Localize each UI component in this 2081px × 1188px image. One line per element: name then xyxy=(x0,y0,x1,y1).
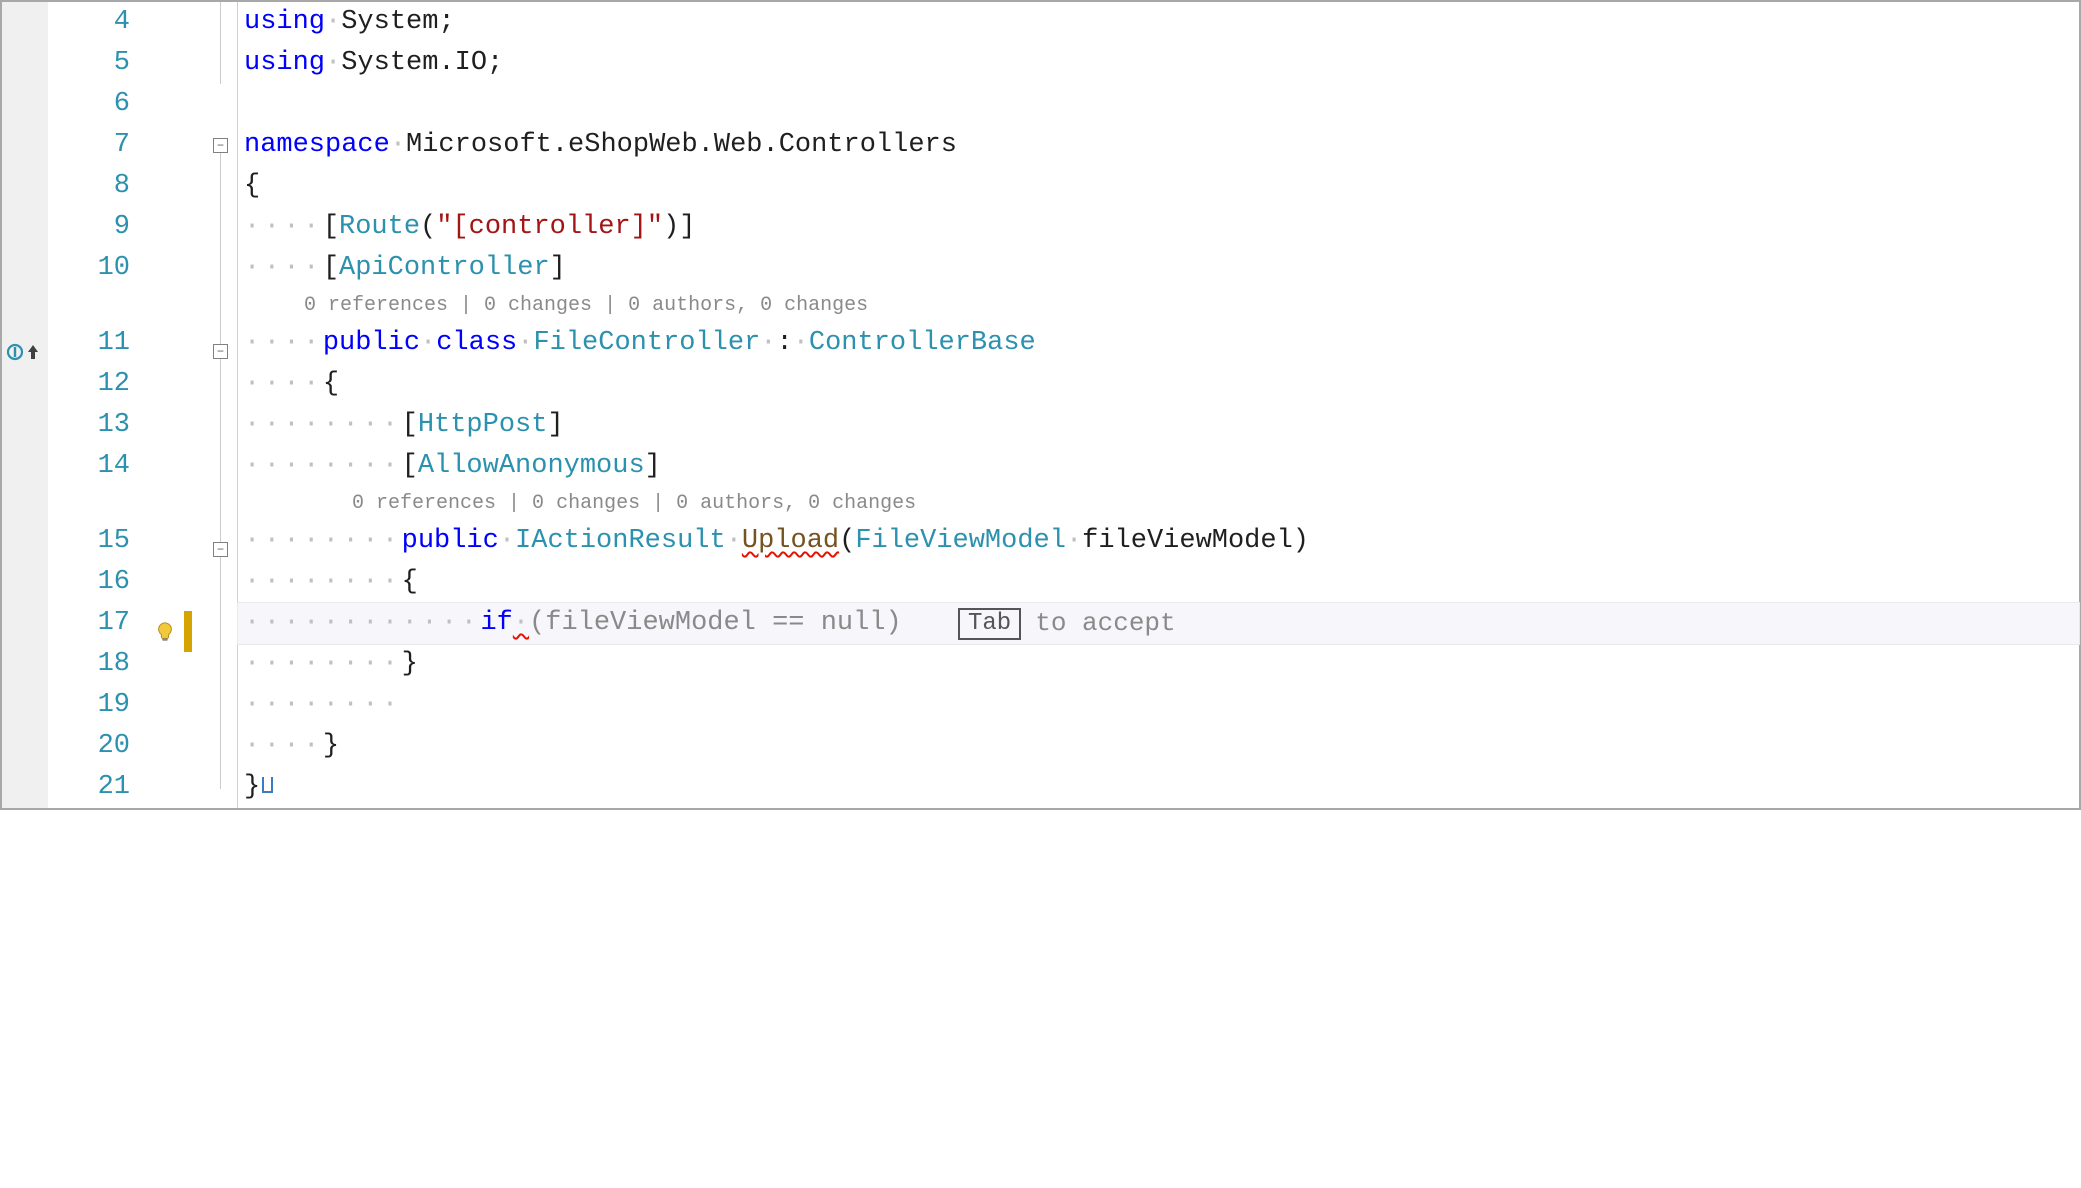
fold-toggle[interactable]: − xyxy=(213,138,228,153)
code-line: ········public·IActionResult·Upload(File… xyxy=(238,521,2079,562)
line-number: 12 xyxy=(48,364,148,405)
codelens[interactable]: 0 references | 0 changes | 0 authors, 0 … xyxy=(238,289,2079,323)
line-number: 18 xyxy=(48,644,148,685)
code-line: using·System.IO; xyxy=(238,43,2079,84)
line-number-gutter: 4 5 6 7 8 9 10 11 12 13 14 15 16 17 18 1… xyxy=(48,2,148,808)
tab-key-icon: Tab xyxy=(958,608,1021,640)
code-line: namespace·Microsoft.eShopWeb.Web.Control… xyxy=(238,125,2079,166)
lightbulb-icon[interactable] xyxy=(154,621,176,643)
folding-column: − − − xyxy=(208,2,238,808)
line-number: 6 xyxy=(48,84,148,125)
code-line: ········ xyxy=(238,685,2079,726)
line-number: 8 xyxy=(48,166,148,207)
code-line-current: ············if·(fileViewModel == null) T… xyxy=(238,603,2079,644)
line-number: 11 xyxy=(48,323,148,364)
line-number: 13 xyxy=(48,405,148,446)
fold-toggle[interactable]: − xyxy=(213,542,228,557)
codelens[interactable]: 0 references | 0 changes | 0 authors, 0 … xyxy=(238,487,2079,521)
code-line: using·System; xyxy=(238,2,2079,43)
code-line: ····[Route("[controller]")] xyxy=(238,207,2079,248)
code-line: ········[HttpPost] xyxy=(238,405,2079,446)
code-line: ········} xyxy=(238,644,2079,685)
margin-marker-icon xyxy=(6,331,40,372)
line-number: 4 xyxy=(48,2,148,43)
line-number: 19 xyxy=(48,685,148,726)
line-number: 21 xyxy=(48,767,148,808)
code-line: ········[AllowAnonymous] xyxy=(238,446,2079,487)
line-number: 10 xyxy=(48,248,148,289)
hint-text: to accept xyxy=(1035,603,1175,644)
code-line: } xyxy=(238,767,2079,808)
code-line: ········{ xyxy=(238,562,2079,603)
line-number: 20 xyxy=(48,726,148,767)
code-editor[interactable]: using·System; using·System.IO; namespace… xyxy=(238,2,2079,808)
code-line: ····public·class·FileController·:·Contro… xyxy=(238,323,2079,364)
line-number: 17 xyxy=(48,603,148,644)
line-number: 16 xyxy=(48,562,148,603)
change-marker xyxy=(184,611,192,652)
line-number: 5 xyxy=(48,43,148,84)
line-number: 14 xyxy=(48,446,148,487)
line-number: 15 xyxy=(48,521,148,562)
line-number: 9 xyxy=(48,207,148,248)
inline-completion-hint: Tab to accept xyxy=(958,603,1176,644)
code-line: ····[ApiController] xyxy=(238,248,2079,289)
code-line xyxy=(238,84,2079,125)
caret-icon xyxy=(262,777,273,793)
code-line: ····{ xyxy=(238,364,2079,405)
glyph-margin xyxy=(2,2,48,808)
code-line: ····} xyxy=(238,726,2079,767)
fold-toggle[interactable]: − xyxy=(213,344,228,359)
indicator-column xyxy=(148,2,208,808)
line-number: 7 xyxy=(48,125,148,166)
code-line: { xyxy=(238,166,2079,207)
